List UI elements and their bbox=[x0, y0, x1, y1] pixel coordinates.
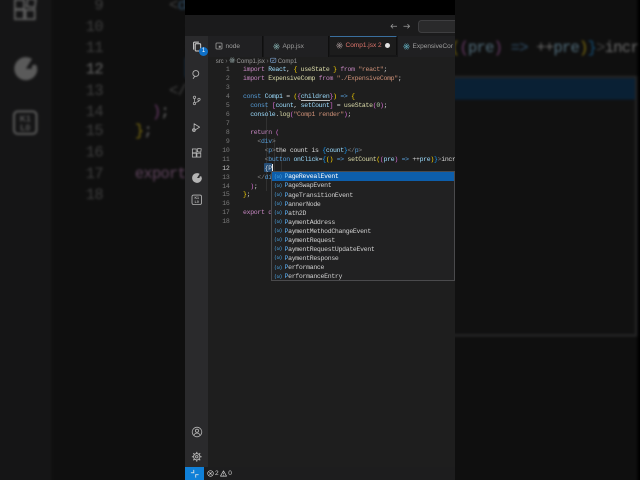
svg-text:L0: L0 bbox=[194, 200, 198, 204]
svg-text:L0: L0 bbox=[20, 122, 30, 132]
